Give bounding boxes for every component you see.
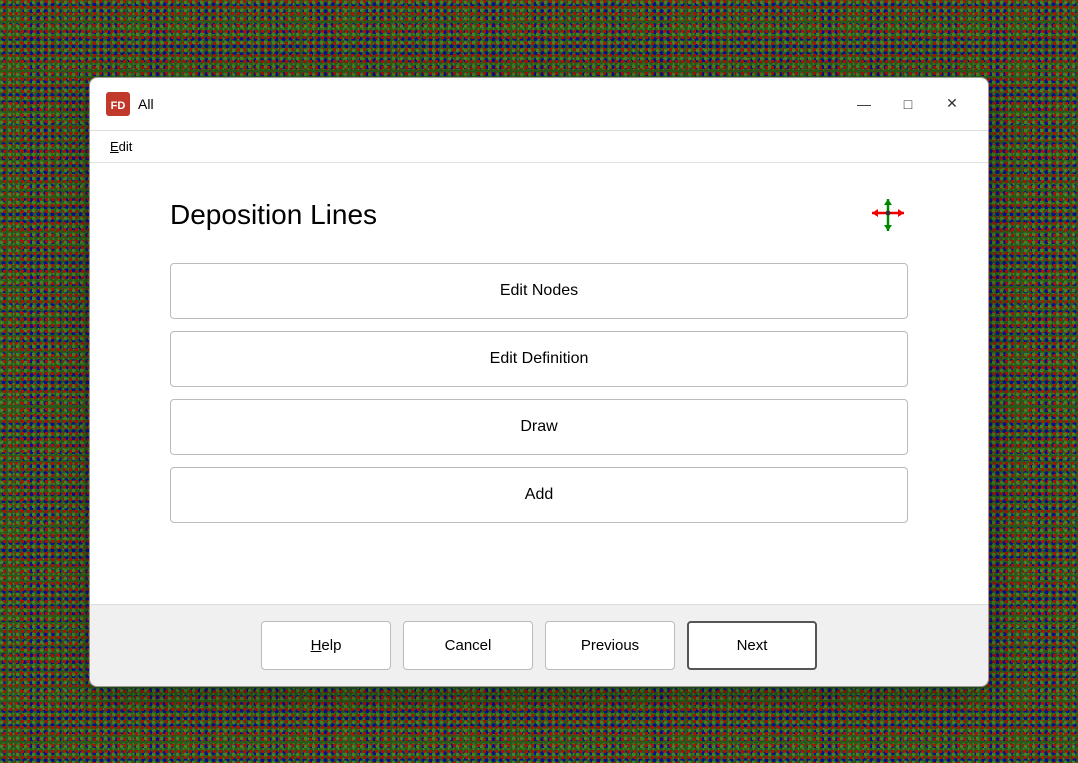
help-rest: elp [321,637,341,654]
dialog-overlay: FD All — □ ✕ Edit Deposition Lines [0,0,1078,763]
section-title: Deposition Lines [170,199,868,231]
add-label: Add [525,486,553,503]
next-label: Next [737,637,768,654]
maximize-button[interactable]: □ [888,88,928,120]
next-button[interactable]: Next [687,621,817,670]
dialog-content: Deposition Lines Edit Nodes [90,163,988,604]
fd-icon: FD [106,92,130,116]
edit-menu[interactable]: Edit [102,135,140,158]
dialog-title: All [138,96,844,112]
previous-label: Previous [581,637,639,654]
window-controls: — □ ✕ [844,88,972,120]
edit-definition-button[interactable]: Edit Definition [170,331,908,387]
edit-definition-label: Edit Definition [490,350,589,367]
close-button[interactable]: ✕ [932,88,972,120]
help-button[interactable]: Help [261,621,391,670]
dialog-window: FD All — □ ✕ Edit Deposition Lines [89,77,989,687]
draw-label: Draw [520,418,557,435]
minimize-button[interactable]: — [844,88,884,120]
previous-button[interactable]: Previous [545,621,675,670]
help-underline: H [311,637,322,654]
menu-bar: Edit [90,131,988,163]
edit-nodes-label: Edit Nodes [500,282,578,299]
edit-nodes-button[interactable]: Edit Nodes [170,263,908,319]
draw-button[interactable]: Draw [170,399,908,455]
title-bar: FD All — □ ✕ [90,78,988,131]
add-button[interactable]: Add [170,467,908,523]
header-row: Deposition Lines [170,195,908,235]
cancel-label: Cancel [445,637,492,654]
dialog-footer: Help Cancel Previous Next [90,604,988,686]
cancel-button[interactable]: Cancel [403,621,533,670]
move-arrows-icon [868,195,908,235]
edit-menu-rest: dit [119,139,133,154]
svg-text:FD: FD [111,100,126,112]
edit-menu-underline: E [110,139,119,154]
